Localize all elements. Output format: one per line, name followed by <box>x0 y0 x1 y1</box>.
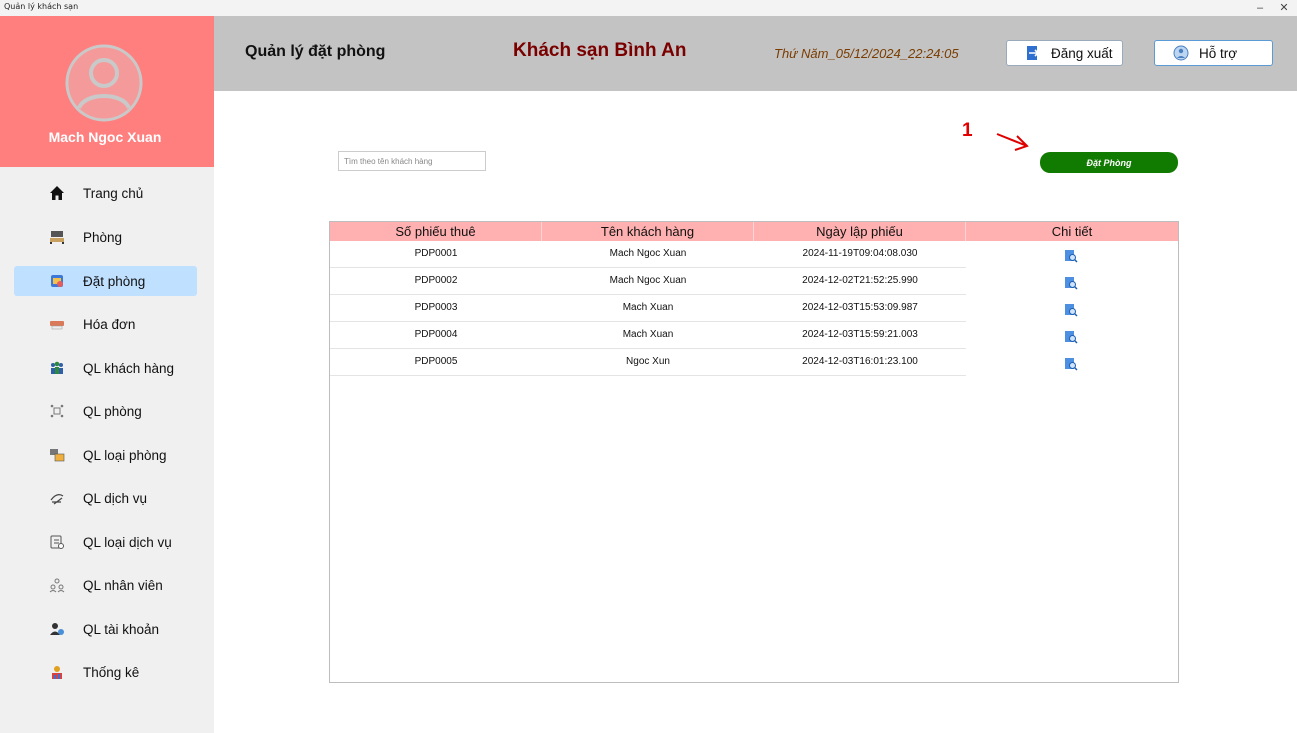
sidebar-item-label: QL loại dịch vụ <box>83 534 172 550</box>
sidebar-item-label: Đặt phòng <box>83 273 146 289</box>
sidebar-item-room-manage[interactable]: QL phòng <box>14 396 197 426</box>
table-row[interactable]: PDP0005 Ngoc Xun 2024-12-03T16:01:23.100 <box>330 350 966 376</box>
sidebar-item-booking[interactable]: Đặt phòng <box>14 266 197 296</box>
datetime-display: Thứ Năm_05/12/2024_22:24:05 <box>774 46 959 61</box>
book-room-button[interactable]: Đặt Phòng <box>1040 152 1178 173</box>
annotation-number: 1 <box>962 120 973 141</box>
table-row[interactable]: PDP0001 Mach Ngoc Xuan 2024-11-19T09:04:… <box>330 242 966 268</box>
sidebar-item-invoice[interactable]: Hóa đơn <box>14 309 197 339</box>
cell-ticket-id: PDP0001 <box>414 248 458 259</box>
sidebar-item-label: QL loại phòng <box>83 447 167 463</box>
cell-customer-name: Mach Xuan <box>622 302 674 313</box>
help-icon <box>1173 44 1191 62</box>
sidebar-item-label: Phòng <box>83 229 123 245</box>
column-header-details[interactable]: Chi tiết <box>966 222 1178 241</box>
staff-icon <box>47 575 67 595</box>
sidebar-item-label: QL dịch vụ <box>83 490 148 506</box>
table-row[interactable]: PDP0004 Mach Xuan 2024-12-03T15:59:21.00… <box>330 323 966 349</box>
view-details-icon[interactable] <box>1064 357 1078 371</box>
sidebar-item-staff[interactable]: QL nhân viên <box>14 570 197 600</box>
arrow-icon <box>996 133 1029 151</box>
table-row[interactable]: PDP0002 Mach Ngoc Xuan 2024-12-02T21:52:… <box>330 269 966 295</box>
service-icon <box>47 488 67 508</box>
cell-created-date: 2024-12-03T16:01:23.100 <box>802 356 918 367</box>
sidebar-item-room-type[interactable]: QL loại phòng <box>14 440 197 470</box>
sidebar-item-label: QL phòng <box>83 403 142 419</box>
window-title-bar: Quản lý khách sạn – ✕ <box>0 0 1297 16</box>
sidebar-item-label: Trang chủ <box>83 185 144 201</box>
cell-ticket-id: PDP0002 <box>414 275 458 286</box>
close-button[interactable]: ✕ <box>1274 0 1294 16</box>
user-avatar-icon <box>65 44 143 122</box>
sidebar-item-room[interactable]: Phòng <box>14 222 197 252</box>
service-type-icon <box>47 532 67 552</box>
home-icon <box>47 183 67 203</box>
column-header-customer-name[interactable]: Tên khách hàng <box>542 222 754 241</box>
header-bar: Quản lý đặt phòng Khách sạn Bình An Thứ … <box>214 16 1297 91</box>
cell-created-date: 2024-11-19T09:04:08.030 <box>802 248 918 259</box>
table-header: Số phiếu thuê Tên khách hàng Ngày lập ph… <box>330 222 1178 241</box>
sidebar-item-customers[interactable]: QL khách hàng <box>14 353 197 383</box>
search-input[interactable] <box>338 151 486 171</box>
view-details-icon[interactable] <box>1064 303 1078 317</box>
sidebar-item-label: Hóa đơn <box>83 316 136 332</box>
cell-customer-name: Mach Xuan <box>622 329 674 340</box>
logout-icon <box>1025 44 1043 62</box>
column-header-created-date[interactable]: Ngày lập phiếu <box>754 222 966 241</box>
account-icon <box>47 619 67 639</box>
minimize-button[interactable]: – <box>1250 0 1270 16</box>
cell-customer-name: Ngoc Xun <box>626 356 670 367</box>
cell-created-date: 2024-12-02T21:52:25.990 <box>802 275 918 286</box>
table-row[interactable]: PDP0003 Mach Xuan 2024-12-03T15:53:09.98… <box>330 296 966 322</box>
room-type-icon <box>47 445 67 465</box>
cell-ticket-id: PDP0004 <box>414 329 458 340</box>
cell-created-date: 2024-12-03T15:53:09.987 <box>802 302 918 313</box>
view-details-icon[interactable] <box>1064 276 1078 290</box>
cell-ticket-id: PDP0003 <box>414 302 458 313</box>
cell-customer-name: Mach Ngoc Xuan <box>609 275 687 286</box>
invoice-icon <box>47 314 67 334</box>
help-button[interactable]: Hỗ trợ <box>1154 40 1273 66</box>
column-header-ticket-id[interactable]: Số phiếu thuê <box>330 222 542 241</box>
booking-table: Số phiếu thuê Tên khách hàng Ngày lập ph… <box>329 221 1179 683</box>
cell-ticket-id: PDP0005 <box>414 356 458 367</box>
cell-customer-name: Mach Ngoc Xuan <box>609 248 687 259</box>
sidebar-item-label: QL khách hàng <box>83 360 175 376</box>
sidebar: Mach Ngoc Xuan Trang chủ Phòng Đặt phòng… <box>0 16 214 733</box>
view-details-icon[interactable] <box>1064 330 1078 344</box>
cell-created-date: 2024-12-03T15:59:21.003 <box>802 329 918 340</box>
profile-name: Mach Ngoc Xuan <box>48 129 162 145</box>
booking-icon <box>47 271 67 291</box>
view-details-icon[interactable] <box>1064 249 1078 263</box>
room-icon <box>47 227 67 247</box>
sidebar-item-home[interactable]: Trang chủ <box>14 178 197 208</box>
sidebar-item-service-type[interactable]: QL loại dịch vụ <box>14 527 197 557</box>
customers-icon <box>47 358 67 378</box>
sidebar-item-service[interactable]: QL dịch vụ <box>14 483 197 513</box>
page-title: Quản lý đặt phòng <box>245 43 386 60</box>
logout-button[interactable]: Đăng xuất <box>1006 40 1123 66</box>
sidebar-item-label: QL nhân viên <box>83 577 163 593</box>
hotel-name: Khách sạn Bình An <box>513 40 687 61</box>
statistics-icon <box>47 662 67 682</box>
sidebar-item-label: QL tài khoản <box>83 621 160 637</box>
help-label: Hỗ trợ <box>1199 45 1238 61</box>
logout-label: Đăng xuất <box>1051 45 1113 61</box>
room-manage-icon <box>47 401 67 421</box>
sidebar-item-statistics[interactable]: Thống kê <box>14 657 197 687</box>
sidebar-item-label: Thống kê <box>83 664 140 680</box>
window-title: Quản lý khách sạn <box>4 2 79 11</box>
profile-panel: Mach Ngoc Xuan <box>0 16 214 167</box>
sidebar-item-account[interactable]: QL tài khoản <box>14 614 197 644</box>
